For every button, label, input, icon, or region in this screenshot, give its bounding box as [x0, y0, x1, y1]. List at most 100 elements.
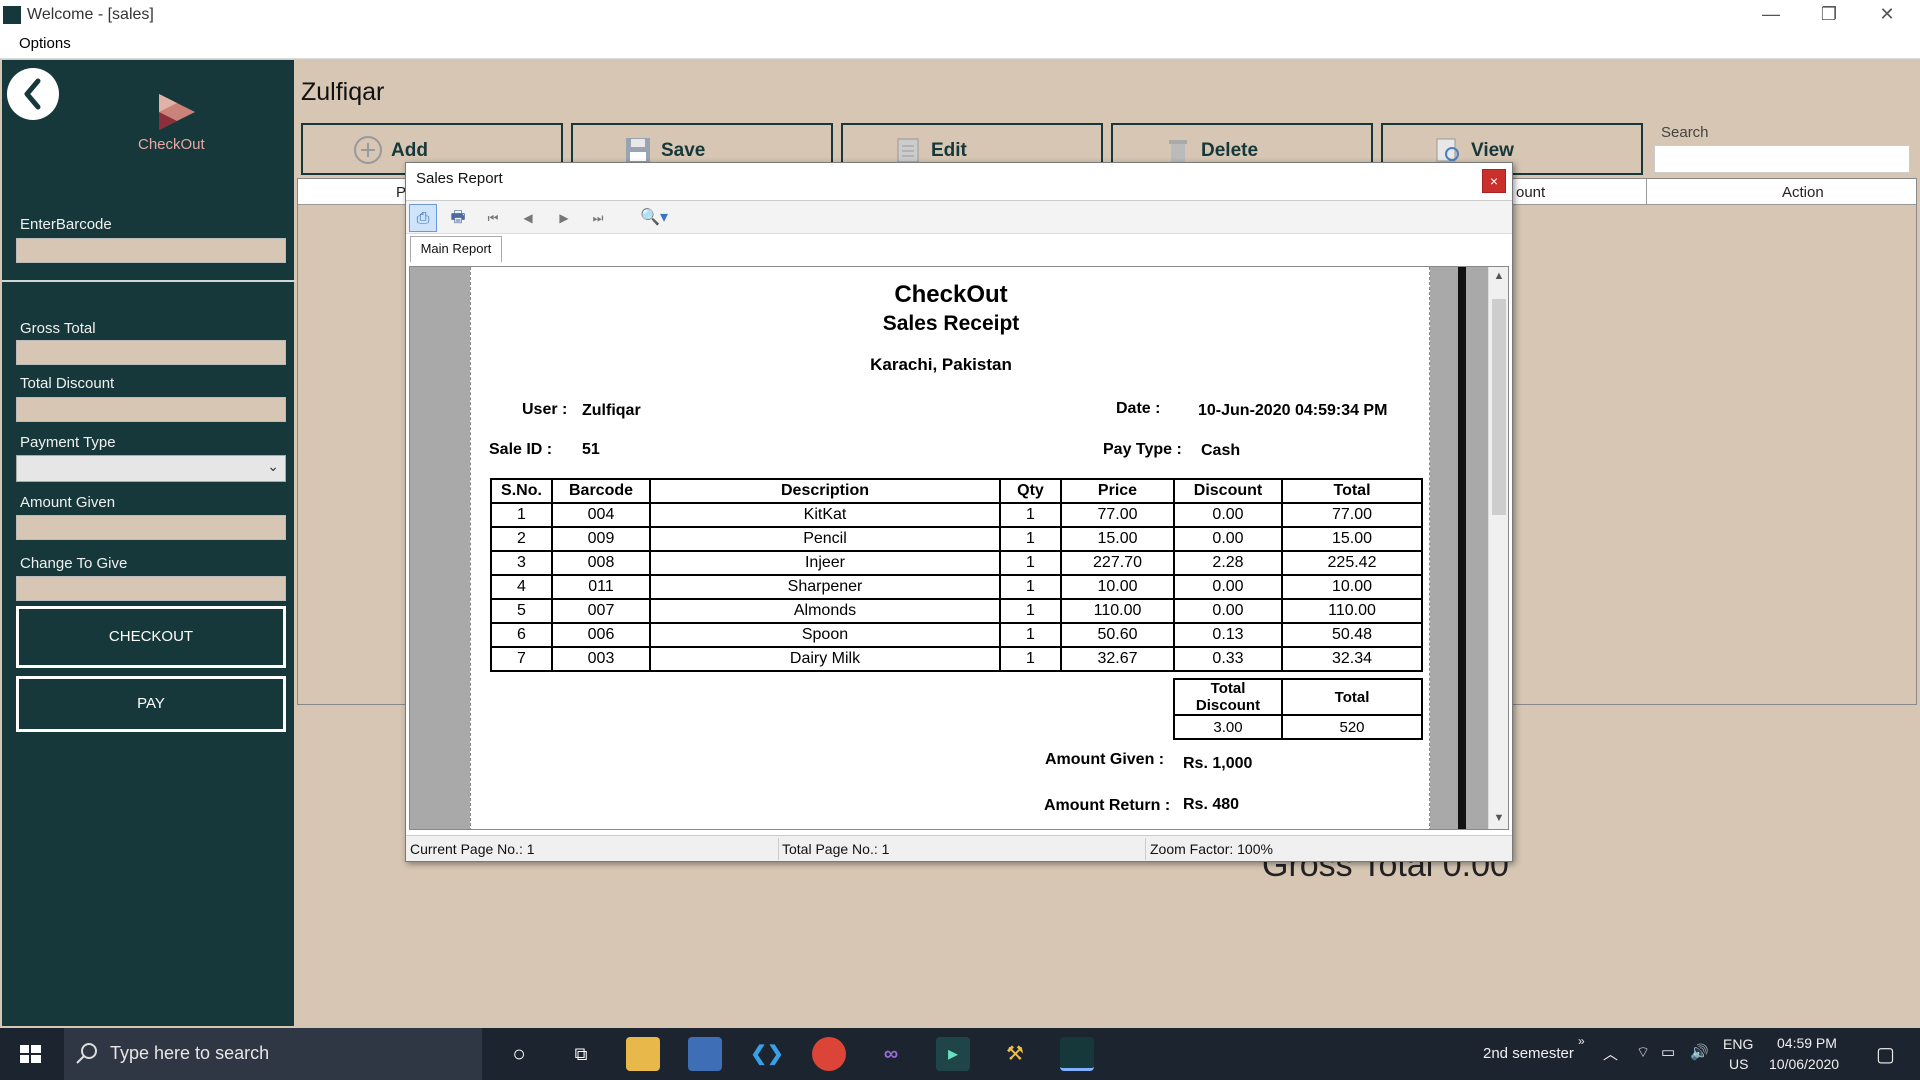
cell-price: 110.00 [1060, 598, 1175, 624]
restore-button[interactable]: ❐ [1800, 0, 1858, 30]
print-icon[interactable]: 🖶 [444, 204, 472, 232]
clock-date[interactable]: 10/06/2020 [1769, 1056, 1839, 1072]
cell-description: Injeer [649, 550, 1001, 576]
menu-options[interactable]: Options [19, 35, 71, 52]
tools-icon[interactable]: ⚒ [998, 1037, 1032, 1071]
tray-expand-icon[interactable]: ︿ [1603, 1043, 1618, 1064]
cell-barcode: 006 [551, 622, 651, 648]
cell-qty: 1 [999, 502, 1062, 528]
report-viewer[interactable]: CheckOut Sales Receipt Karachi, Pakistan… [409, 266, 1509, 830]
windows-logo-icon [20, 1045, 41, 1063]
payment-type-select[interactable]: ⌄ [16, 455, 286, 482]
cell-barcode: 011 [551, 574, 651, 600]
cell-description: Sharpener [649, 574, 1001, 600]
receipt-col-total: Total [1281, 478, 1423, 504]
sales-report-dialog: Sales Report × ⎙ 🖶 ⏮ ◀ ▶ ⏭ 🔍▾ Main Repor… [405, 162, 1513, 862]
network-icon[interactable]: ⌔ [1636, 1043, 1650, 1062]
store-icon[interactable] [688, 1037, 722, 1071]
sidebar: CheckOut EnterBarcode Gross Total Total … [2, 60, 296, 1026]
tab-main-report[interactable]: Main Report [410, 236, 502, 262]
close-window-button[interactable]: ✕ [1858, 0, 1916, 30]
cell-barcode: 004 [551, 502, 651, 528]
cell-price: 50.60 [1060, 622, 1175, 648]
minimize-button[interactable]: — [1742, 0, 1800, 30]
visual-studio-icon[interactable]: ∞ [874, 1037, 908, 1071]
summary-total-discount-value: 3.00 [1173, 714, 1283, 740]
cortana-icon[interactable]: ○ [502, 1037, 536, 1071]
receipt-col-discount: Discount [1173, 478, 1283, 504]
receipt-col-sno: S.No. [490, 478, 553, 504]
report-vertical-scrollbar[interactable]: ▲ ▼ [1488, 267, 1508, 829]
page-edge [1458, 267, 1466, 829]
cell-price: 32.67 [1060, 646, 1175, 672]
amount-given-label: Amount Given [20, 494, 116, 511]
receipt-summary-table: Total Discount Total 3.00 520 [1173, 678, 1423, 740]
sidebar-divider [2, 280, 296, 282]
taskbar-search-box[interactable]: Type here to search [64, 1028, 482, 1080]
battery-icon[interactable]: ▭ [1661, 1043, 1675, 1061]
cell-total: 77.00 [1281, 502, 1423, 528]
report-status-bar: Current Page No.: 1 Total Page No.: 1 Zo… [406, 835, 1512, 861]
volume-icon[interactable]: 🔊 [1690, 1043, 1709, 1061]
cell-barcode: 009 [551, 526, 651, 552]
cell-qty: 1 [999, 622, 1062, 648]
zoom-icon[interactable]: 🔍▾ [634, 204, 674, 232]
checkout-app-taskbar-icon[interactable] [1060, 1037, 1094, 1071]
tray-label[interactable]: 2nd semester [1483, 1045, 1574, 1062]
change-field[interactable] [16, 576, 286, 601]
scroll-up-icon[interactable]: ▲ [1492, 270, 1506, 286]
receipt-col-qty: Qty [999, 478, 1062, 504]
grid-header-action: Action [1782, 184, 1824, 201]
page-setup-icon[interactable]: ⎙ [409, 204, 437, 232]
barcode-input[interactable] [16, 238, 286, 263]
checkout-button[interactable]: CHECKOUT [16, 606, 286, 668]
windows-start-button[interactable] [0, 1028, 60, 1080]
scroll-thumb[interactable] [1492, 299, 1506, 515]
cell-sno: 2 [490, 526, 553, 552]
summary-values-row: 3.00 520 [1173, 714, 1423, 740]
search-input[interactable] [1654, 145, 1910, 173]
view-magnifier-icon [1436, 138, 1459, 162]
pay-button[interactable]: PAY [16, 676, 286, 732]
amount-return-label-receipt: Amount Return : [1044, 797, 1171, 814]
scroll-down-icon[interactable]: ▼ [1492, 812, 1506, 828]
edit-document-icon [897, 138, 919, 163]
cell-barcode: 008 [551, 550, 651, 576]
receipt-date-value: 10-Jun-2020 04:59:34 PM [1198, 402, 1388, 419]
next-page-icon[interactable]: ▶ [550, 204, 578, 232]
payment-type-label: Payment Type [20, 434, 116, 451]
back-button[interactable] [7, 68, 59, 120]
amount-given-field[interactable] [16, 515, 286, 540]
cell-sno: 3 [490, 550, 553, 576]
dialog-close-button[interactable]: × [1482, 169, 1506, 193]
summary-total-header: Total [1281, 678, 1423, 716]
gross-total-field[interactable] [16, 340, 286, 365]
vscode-icon[interactable]: ❮❯ [750, 1037, 784, 1071]
cell-description: Spoon [649, 622, 1001, 648]
language-top[interactable]: ENG [1723, 1036, 1753, 1052]
table-row: 6 006 Spoon 1 50.60 0.13 50.48 [490, 622, 1423, 648]
first-page-icon[interactable]: ⏮ [479, 204, 507, 232]
prev-page-icon[interactable]: ◀ [514, 204, 542, 232]
cell-barcode: 007 [551, 598, 651, 624]
cell-qty: 1 [999, 526, 1062, 552]
receipt-company: CheckOut [894, 281, 1008, 308]
notifications-icon[interactable]: ▢ [1876, 1042, 1895, 1067]
back-arrow-icon [24, 78, 41, 110]
cell-price: 15.00 [1060, 526, 1175, 552]
total-discount-field[interactable] [16, 397, 286, 422]
last-page-icon[interactable]: ⏭ [584, 204, 612, 232]
language-bottom[interactable]: US [1729, 1056, 1748, 1072]
total-discount-label: Total Discount [20, 375, 115, 392]
cell-qty: 1 [999, 598, 1062, 624]
file-explorer-icon[interactable] [626, 1037, 660, 1071]
overflow-chevron-icon[interactable]: » [1578, 1034, 1585, 1048]
taskbar: Type here to search ○ ⧉ ❮❯ ∞ ▸ ⚒ 2nd sem… [0, 1028, 1920, 1080]
cell-total: 32.34 [1281, 646, 1423, 672]
clock-time[interactable]: 04:59 PM [1777, 1035, 1837, 1051]
chrome-icon[interactable] [812, 1037, 846, 1071]
app-icon [3, 6, 21, 24]
task-view-icon[interactable]: ⧉ [564, 1037, 598, 1071]
edit-label: Edit [931, 140, 967, 161]
dev-tool-icon[interactable]: ▸ [936, 1037, 970, 1071]
